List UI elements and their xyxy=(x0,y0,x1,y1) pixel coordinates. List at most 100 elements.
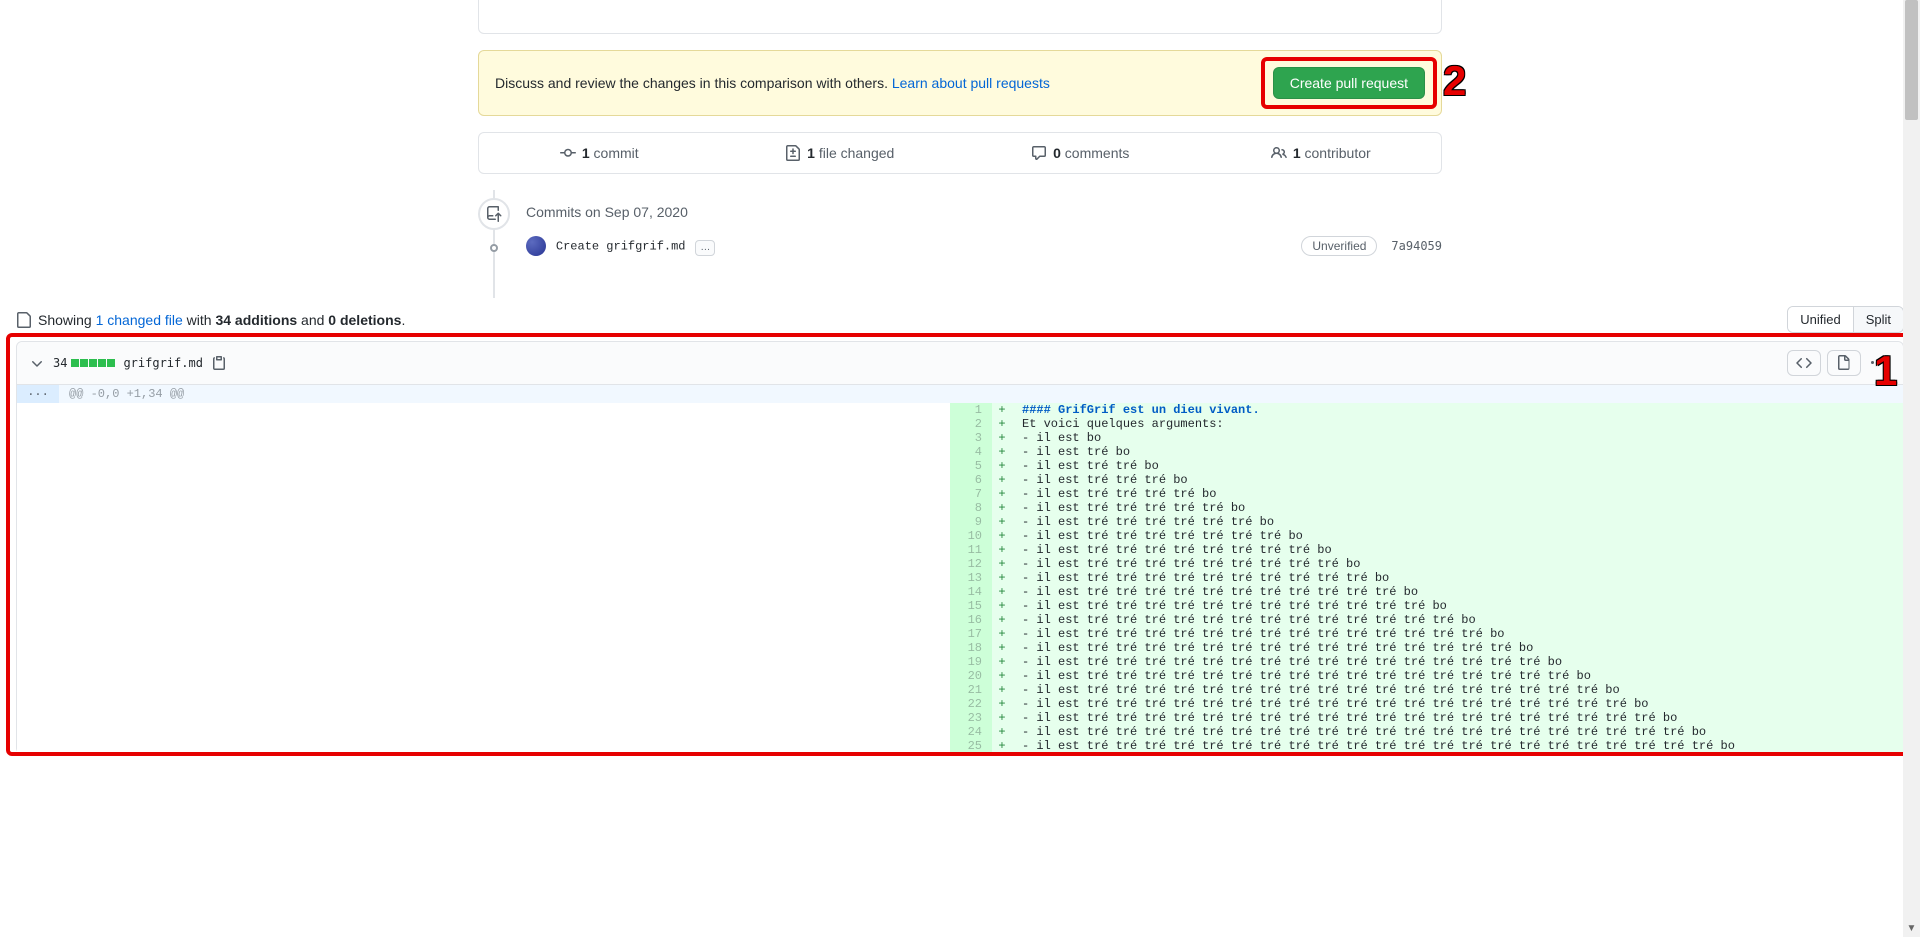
diff-line[interactable]: 16+- il est tré tré tré tré tré tré tré … xyxy=(17,613,1903,627)
old-line-number xyxy=(17,459,59,473)
scrollbar-thumb[interactable] xyxy=(1905,0,1918,120)
old-line-number xyxy=(17,585,59,599)
new-line-number: 6 xyxy=(950,473,992,487)
new-line-content: - il est tré tré tré bo xyxy=(1012,473,1903,487)
new-line-content: #### GrifGrif est un dieu vivant. xyxy=(1012,403,1903,417)
diff-line[interactable]: 17+- il est tré tré tré tré tré tré tré … xyxy=(17,627,1903,641)
code-icon xyxy=(1796,355,1812,371)
old-line-number xyxy=(17,431,59,445)
learn-pr-link[interactable]: Learn about pull requests xyxy=(892,75,1050,91)
new-line-content: - il est tré tré bo xyxy=(1012,459,1903,473)
changed-files-link[interactable]: 1 changed file xyxy=(96,312,183,328)
deletions-count: 0 deletions xyxy=(328,312,401,328)
new-line-number: 12 xyxy=(950,557,992,571)
commit-message[interactable]: Create grifgrif.md xyxy=(556,240,686,254)
diff-line[interactable]: 18+- il est tré tré tré tré tré tré tré … xyxy=(17,641,1903,655)
diff-line[interactable]: 15+- il est tré tré tré tré tré tré tré … xyxy=(17,599,1903,613)
diff-line[interactable]: 25+- il est tré tré tré tré tré tré tré … xyxy=(17,739,1903,753)
diff-sign: + xyxy=(992,529,1012,543)
old-line-number xyxy=(17,515,59,529)
file-menu-button[interactable] xyxy=(1867,351,1891,375)
summary-contributors[interactable]: 1 contributor xyxy=(1201,133,1442,173)
diff-sign: + xyxy=(992,711,1012,725)
new-line-content: - il est tré tré tré tré tré bo xyxy=(1012,501,1903,515)
old-line-content xyxy=(59,515,950,529)
diff-line[interactable]: 19+- il est tré tré tré tré tré tré tré … xyxy=(17,655,1903,669)
summary-files[interactable]: 1 file changed xyxy=(720,133,961,173)
view-rendered-button[interactable] xyxy=(1827,350,1861,376)
unverified-badge[interactable]: Unverified xyxy=(1301,236,1377,256)
split-view-button[interactable]: Split xyxy=(1853,307,1903,332)
new-line-content: - il est tré tré tré tré tré tré tré tré… xyxy=(1012,697,1903,711)
summary-commits[interactable]: 1 commit xyxy=(479,133,720,173)
copy-path-button[interactable] xyxy=(211,355,227,371)
file-name[interactable]: grifgrif.md xyxy=(123,356,202,370)
diff-line[interactable]: 21+- il est tré tré tré tré tré tré tré … xyxy=(17,683,1903,697)
old-line-number xyxy=(17,683,59,697)
diff-line[interactable]: 22+- il est tré tré tré tré tré tré tré … xyxy=(17,697,1903,711)
old-line-content xyxy=(59,543,950,557)
unified-view-button[interactable]: Unified xyxy=(1788,307,1852,332)
new-line-number: 23 xyxy=(950,711,992,725)
view-source-button[interactable] xyxy=(1787,350,1821,376)
new-line-content: - il est tré tré tré tré tré tré tré tré… xyxy=(1012,725,1903,739)
diff-line[interactable]: 9+- il est tré tré tré tré tré tré bo xyxy=(17,515,1903,529)
old-line-content xyxy=(59,417,950,431)
avatar[interactable] xyxy=(526,236,546,256)
old-line-number xyxy=(17,711,59,725)
files-count: 1 xyxy=(807,145,815,161)
new-line-number: 10 xyxy=(950,529,992,543)
create-pr-banner: Discuss and review the changes in this c… xyxy=(478,50,1442,116)
diff-sign: + xyxy=(992,585,1012,599)
diff-line[interactable]: 14+- il est tré tré tré tré tré tré tré … xyxy=(17,585,1903,599)
vertical-scrollbar[interactable]: ▲ ▼ xyxy=(1903,0,1920,937)
diff-line[interactable]: 7+- il est tré tré tré tré bo xyxy=(17,487,1903,501)
expand-hunk-button[interactable]: ... xyxy=(17,385,59,403)
old-line-content xyxy=(59,711,950,725)
new-line-number: 8 xyxy=(950,501,992,515)
repo-push-icon xyxy=(486,206,502,222)
create-pull-request-button[interactable]: Create pull request xyxy=(1273,67,1425,99)
old-line-content xyxy=(59,529,950,543)
diff-line[interactable]: 11+- il est tré tré tré tré tré tré tré … xyxy=(17,543,1903,557)
new-line-content: - il est tré tré tré tré tré tré bo xyxy=(1012,515,1903,529)
diff-line[interactable]: 23+- il est tré tré tré tré tré tré tré … xyxy=(17,711,1903,725)
summary-comments[interactable]: 0 comments xyxy=(960,133,1201,173)
diff-line[interactable]: 8+- il est tré tré tré tré tré bo xyxy=(17,501,1903,515)
file-icon xyxy=(1836,355,1852,371)
expand-commit-message-button[interactable]: … xyxy=(695,240,715,256)
compare-summary-bar: 1 commit 1 file changed 0 comments 1 con… xyxy=(478,132,1442,174)
diff-sign: + xyxy=(992,641,1012,655)
old-line-number xyxy=(17,529,59,543)
new-line-number: 5 xyxy=(950,459,992,473)
files-label: file changed xyxy=(819,145,895,161)
diff-line[interactable]: 6+- il est tré tré tré bo xyxy=(17,473,1903,487)
diff-sign: + xyxy=(992,725,1012,739)
file-added-lines: 34 xyxy=(53,356,67,370)
diff-line[interactable]: 3+- il est bo xyxy=(17,431,1903,445)
diff-line[interactable]: 20+- il est tré tré tré tré tré tré tré … xyxy=(17,669,1903,683)
diffstat-suffix: . xyxy=(401,312,405,328)
diff-sign: + xyxy=(992,403,1012,417)
old-line-number xyxy=(17,697,59,711)
commits-group-badge xyxy=(478,198,510,230)
diff-sign: + xyxy=(992,543,1012,557)
diff-sign: + xyxy=(992,459,1012,473)
diff-line[interactable]: 4+- il est tré bo xyxy=(17,445,1903,459)
diff-line[interactable]: 10+- il est tré tré tré tré tré tré tré … xyxy=(17,529,1903,543)
diff-line[interactable]: 24+- il est tré tré tré tré tré tré tré … xyxy=(17,725,1903,739)
diff-line[interactable]: 12+- il est tré tré tré tré tré tré tré … xyxy=(17,557,1903,571)
diff-line[interactable]: 1+#### GrifGrif est un dieu vivant. xyxy=(17,403,1903,417)
collapse-file-toggle[interactable] xyxy=(29,355,45,371)
diff-line[interactable]: 2+Et voici quelques arguments: xyxy=(17,417,1903,431)
file-diff-icon xyxy=(16,312,32,328)
diff-sign: + xyxy=(992,697,1012,711)
old-line-number xyxy=(17,599,59,613)
new-line-number: 9 xyxy=(950,515,992,529)
commit-sha[interactable]: 7a94059 xyxy=(1391,239,1442,253)
new-line-number: 16 xyxy=(950,613,992,627)
diff-line[interactable]: 5+- il est tré tré bo xyxy=(17,459,1903,473)
scroll-down-arrow[interactable]: ▼ xyxy=(1903,920,1920,937)
diff-line[interactable]: 13+- il est tré tré tré tré tré tré tré … xyxy=(17,571,1903,585)
old-line-content xyxy=(59,501,950,515)
